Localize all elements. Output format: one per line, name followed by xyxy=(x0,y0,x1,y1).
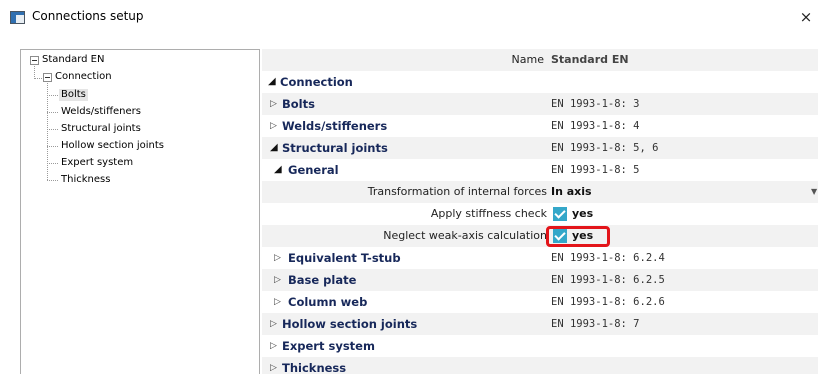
section-label-hollow-section-joints: Hollow section joints xyxy=(282,317,418,331)
section-row-general[interactable]: ◢ General EN 1993-1-8: 5 xyxy=(262,159,818,181)
section-row-hollow-section-joints[interactable]: ▷ Hollow section joints EN 1993-1-8: 7 xyxy=(262,313,818,335)
section-row-bolts[interactable]: ▷ Bolts EN 1993-1-8: 3 xyxy=(262,93,818,115)
stiffness-label: Apply stiffness check xyxy=(430,207,547,220)
property-grid: Name Standard EN ◢ Connection ▷ Bolts EN… xyxy=(262,49,818,374)
collapse-toggle-icon[interactable] xyxy=(43,73,52,82)
tree-item-expert-system[interactable]: Expert system xyxy=(61,157,133,169)
expand-arrow-icon[interactable]: ▷ xyxy=(274,291,281,313)
property-row-stiffness[interactable]: Apply stiffness check yes xyxy=(262,203,818,225)
section-label-bolts: Bolts xyxy=(282,97,315,111)
expand-arrow-icon[interactable]: ▷ xyxy=(274,269,281,291)
equivalent-t-stub-value: EN 1993-1-8: 6.2.4 xyxy=(551,252,665,264)
collapse-arrow-icon[interactable]: ◢ xyxy=(274,159,282,181)
expand-arrow-icon[interactable]: ▷ xyxy=(270,357,277,374)
neglect-weak-axis-label: Neglect weak-axis calculation xyxy=(383,229,547,242)
hollow-section-joints-value: EN 1993-1-8: 7 xyxy=(551,318,640,330)
general-value: EN 1993-1-8: 5 xyxy=(551,164,640,176)
collapse-toggle-icon[interactable] xyxy=(30,56,39,65)
section-row-welds-stiffeners[interactable]: ▷ Welds/stiffeners EN 1993-1-8: 4 xyxy=(262,115,818,137)
transformation-label: Transformation of internal forces xyxy=(367,185,547,198)
property-row-neglect-weak-axis[interactable]: Neglect weak-axis calculation yes xyxy=(262,225,818,247)
expand-arrow-icon[interactable]: ▷ xyxy=(270,335,277,357)
tree-item-hollow-section-joints[interactable]: Hollow section joints xyxy=(61,140,164,152)
stiffness-checkbox[interactable] xyxy=(553,207,567,221)
tree-item-standard-en[interactable]: Standard EN xyxy=(42,54,104,66)
name-value[interactable]: Standard EN xyxy=(551,49,629,71)
section-label-base-plate: Base plate xyxy=(288,273,357,287)
section-row-column-web[interactable]: ▷ Column web EN 1993-1-8: 6.2.6 xyxy=(262,291,818,313)
section-row-expert-system[interactable]: ▷ Expert system xyxy=(262,335,818,357)
section-label-welds-stiffeners: Welds/stiffeners xyxy=(282,119,388,133)
structural-joints-value: EN 1993-1-8: 5, 6 xyxy=(551,142,659,154)
property-row-transformation[interactable]: Transformation of internal forces In axi… xyxy=(262,181,818,203)
name-label: Name xyxy=(511,53,544,66)
expand-arrow-icon[interactable]: ▷ xyxy=(274,247,281,269)
title-bar: Connections setup × xyxy=(0,0,818,36)
tree-item-connection[interactable]: Connection xyxy=(55,71,112,83)
expand-arrow-icon[interactable]: ▷ xyxy=(270,93,277,115)
name-row: Name Standard EN xyxy=(262,49,818,71)
section-label-column-web: Column web xyxy=(288,295,368,309)
section-label-equivalent-t-stub: Equivalent T-stub xyxy=(288,251,401,265)
close-button[interactable]: × xyxy=(796,6,816,28)
section-label-structural-joints: Structural joints xyxy=(282,141,388,155)
section-label-general: General xyxy=(288,163,339,177)
section-row-equivalent-t-stub[interactable]: ▷ Equivalent T-stub EN 1993-1-8: 6.2.4 xyxy=(262,247,818,269)
stiffness-value: yes xyxy=(572,207,594,220)
expand-arrow-icon[interactable]: ▷ xyxy=(270,313,277,335)
collapse-arrow-icon[interactable]: ◢ xyxy=(270,137,278,159)
welds-value: EN 1993-1-8: 4 xyxy=(551,120,640,132)
tree-item-welds-stiffeners[interactable]: Welds/stiffeners xyxy=(61,106,141,118)
section-row-base-plate[interactable]: ▷ Base plate EN 1993-1-8: 6.2.5 xyxy=(262,269,818,291)
window-title: Connections setup xyxy=(32,9,144,23)
expand-arrow-icon[interactable]: ▷ xyxy=(270,115,277,137)
section-row-structural-joints[interactable]: ◢ Structural joints EN 1993-1-8: 5, 6 xyxy=(262,137,818,159)
collapse-arrow-icon[interactable]: ◢ xyxy=(268,71,276,93)
column-web-value: EN 1993-1-8: 6.2.6 xyxy=(551,296,665,308)
section-label-expert-system: Expert system xyxy=(282,339,375,353)
section-label-thickness: Thickness xyxy=(282,361,347,374)
base-plate-value: EN 1993-1-8: 6.2.5 xyxy=(551,274,665,286)
tree-panel: Standard EN Connection Bolts Welds/stiff… xyxy=(20,49,260,374)
section-row-thickness[interactable]: ▷ Thickness xyxy=(262,357,818,374)
tree-item-structural-joints[interactable]: Structural joints xyxy=(61,123,141,135)
section-label-connection: Connection xyxy=(280,75,353,89)
transformation-select[interactable]: In axis xyxy=(551,181,592,203)
window-app-icon xyxy=(10,11,25,24)
bolts-value: EN 1993-1-8: 3 xyxy=(551,98,640,110)
red-highlight-annotation xyxy=(546,226,610,247)
section-row-connection[interactable]: ◢ Connection xyxy=(262,71,818,93)
tree-item-thickness[interactable]: Thickness xyxy=(61,174,110,186)
chevron-down-icon[interactable]: ▼ xyxy=(811,181,817,203)
tree-item-bolts[interactable]: Bolts xyxy=(59,89,88,101)
